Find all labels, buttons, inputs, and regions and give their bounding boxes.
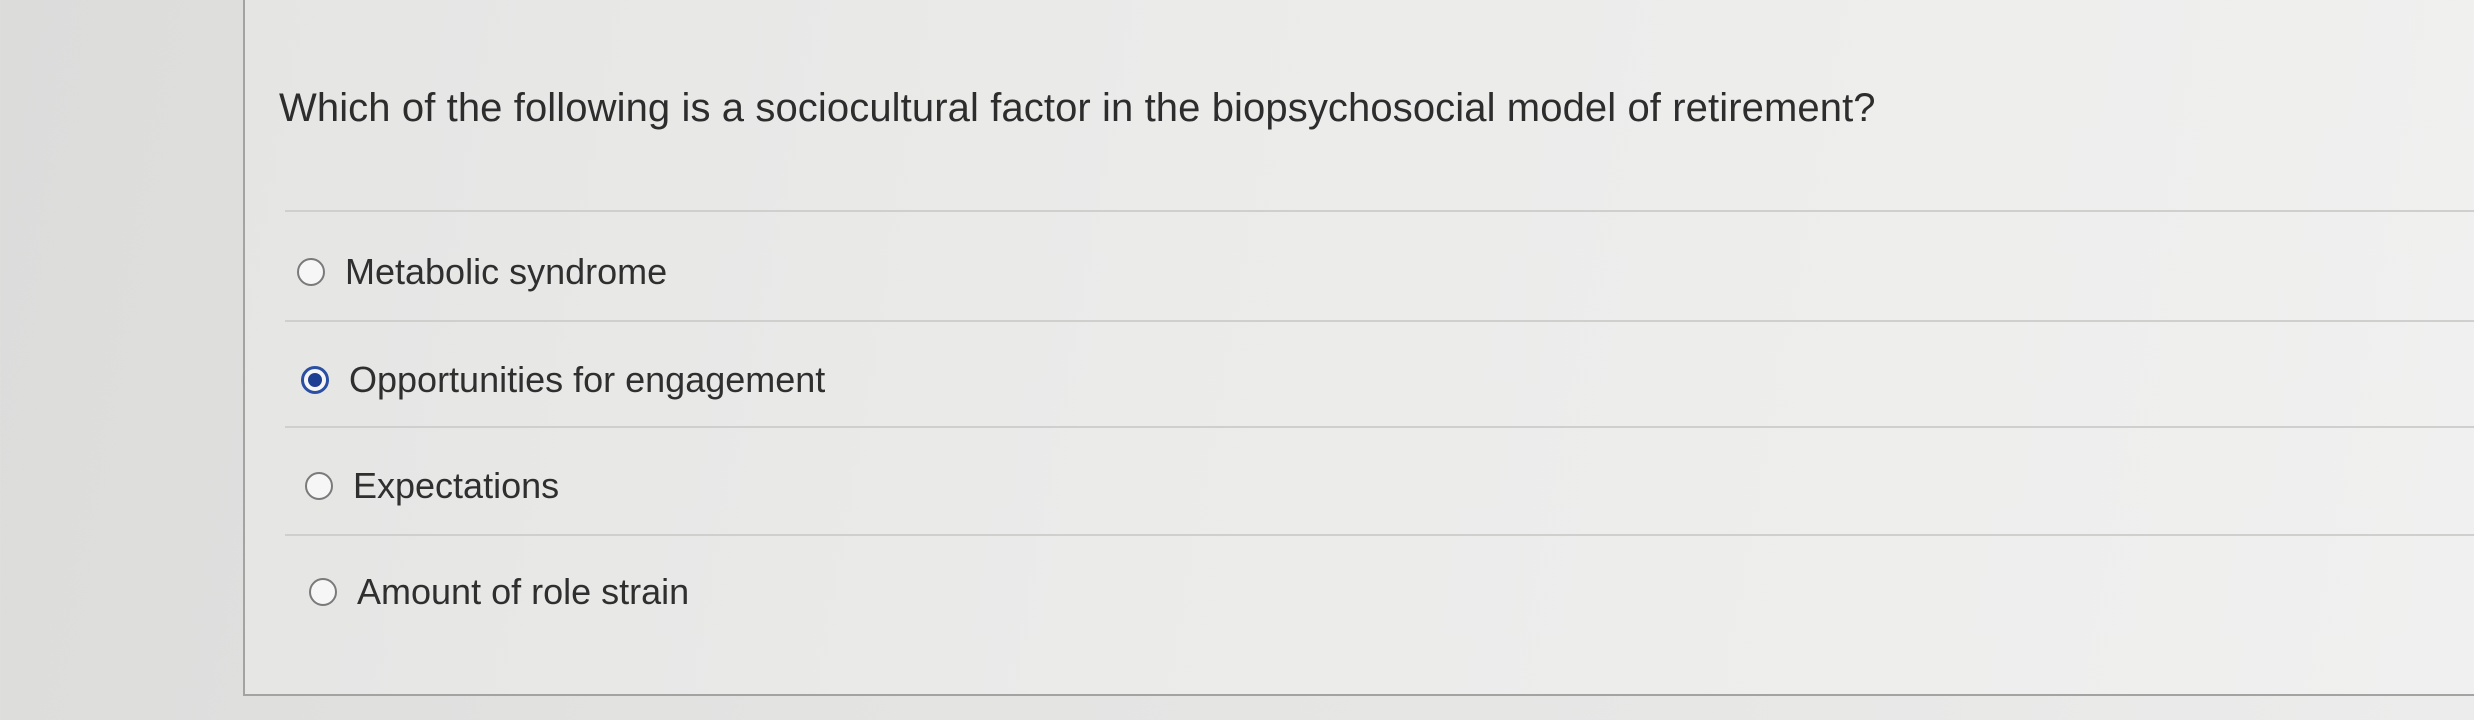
- radio-button-unselected[interactable]: [305, 472, 333, 500]
- question-card: Which of the following is a sociocultura…: [243, 0, 2474, 696]
- answer-label: Metabolic syndrome: [345, 251, 668, 292]
- answer-option-metabolic-syndrome[interactable]: Metabolic syndrome: [297, 242, 667, 302]
- answer-label: Opportunities for engagement: [349, 359, 826, 400]
- answer-label: Amount of role strain: [357, 571, 690, 612]
- divider: [285, 320, 2474, 322]
- answer-option-expectations[interactable]: Expectations: [305, 456, 559, 516]
- answer-option-opportunities-for-engagement[interactable]: Opportunities for engagement: [301, 350, 825, 410]
- radio-button-unselected[interactable]: [297, 258, 325, 286]
- answer-label: Expectations: [353, 465, 560, 506]
- question-text: Which of the following is a sociocultura…: [279, 86, 1876, 130]
- radio-button-unselected[interactable]: [309, 578, 337, 606]
- divider: [285, 210, 2474, 212]
- radio-button-selected[interactable]: [301, 366, 329, 394]
- divider: [285, 534, 2474, 536]
- divider: [285, 426, 2474, 428]
- answer-option-amount-of-role-strain[interactable]: Amount of role strain: [309, 562, 689, 622]
